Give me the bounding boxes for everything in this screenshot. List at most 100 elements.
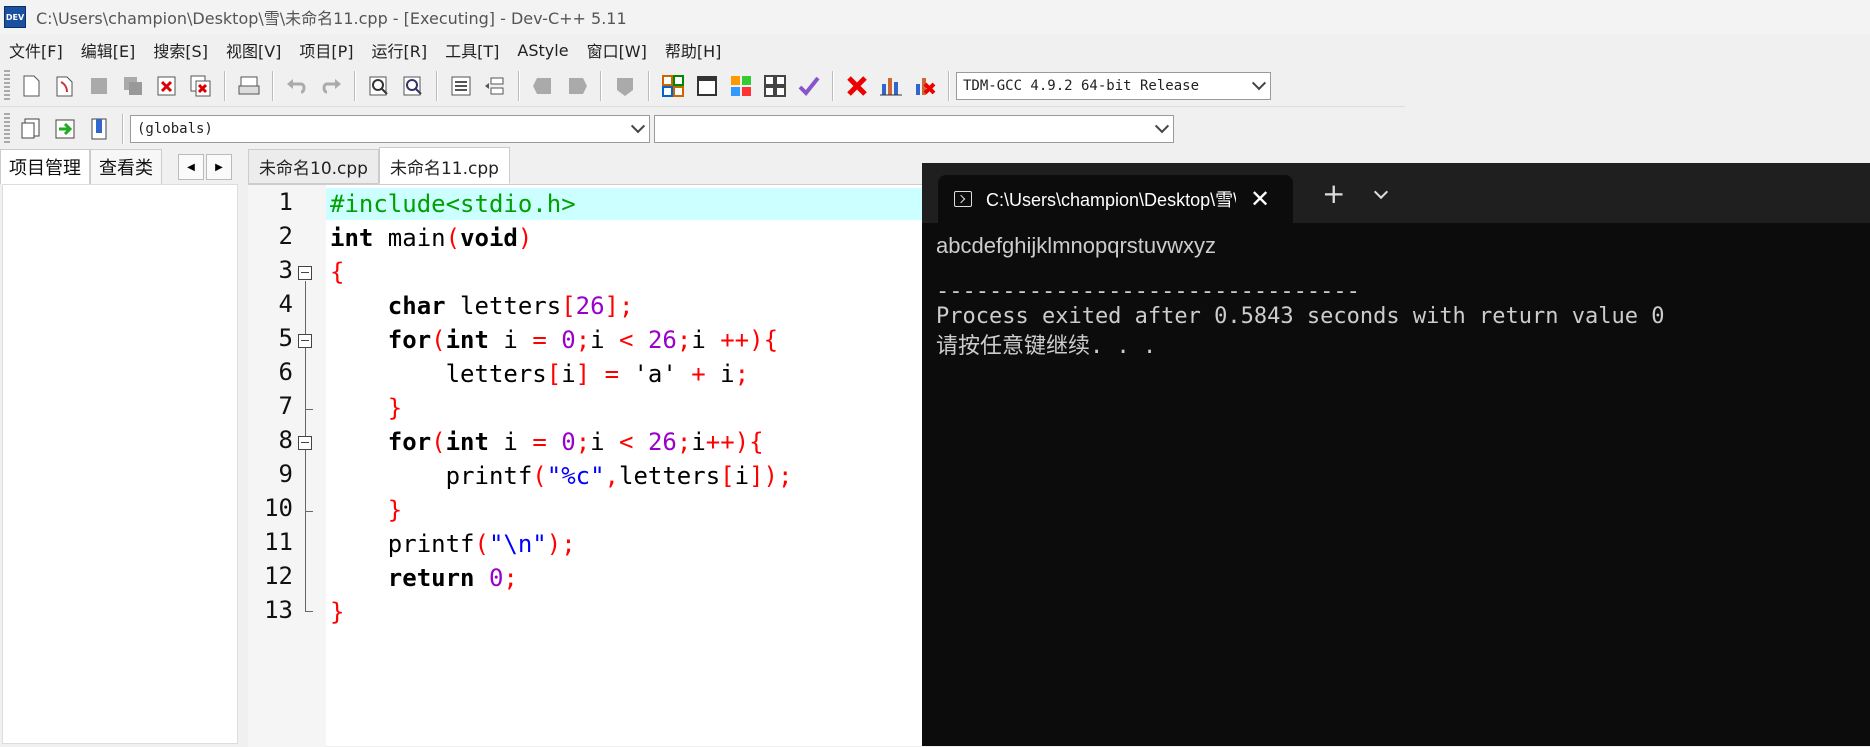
menu-help[interactable]: 帮助[H]	[656, 38, 731, 62]
chevron-down-icon[interactable]	[1373, 184, 1389, 200]
window-title: C:\Users\champion\Desktop\雪\未命名11.cpp - …	[36, 9, 627, 28]
fold-toggle-icon[interactable]	[298, 266, 312, 280]
menu-tools[interactable]: 工具[T]	[436, 38, 508, 62]
tab-class-view[interactable]: 查看类	[90, 149, 162, 185]
new-tab-icon[interactable]: +	[1322, 177, 1345, 210]
code-line: }	[387, 394, 403, 422]
terminal-output-line: abcdefghijklmnopqrstuvwxyz	[936, 233, 1217, 258]
run-icon[interactable]	[692, 71, 722, 101]
editor-tab-file-10[interactable]: 未命名10.cpp	[248, 149, 379, 184]
editor-tab-file-11[interactable]: 未命名11.cpp	[378, 147, 510, 184]
main-toolbar: TDM-GCC 4.9.2 64-bit Release	[0, 65, 1405, 107]
menu-bar: 文件[F] 编辑[E] 搜索[S] 视图[V] 项目[P] 运行[R] 工具[T…	[0, 36, 1870, 64]
menu-edit[interactable]: 编辑[E]	[72, 38, 145, 62]
code-line: printf("\n");	[330, 530, 576, 558]
syntax-check-icon[interactable]	[794, 71, 824, 101]
code-line: letters[i] = 'a' + i;	[330, 360, 750, 388]
line-number: 8	[278, 426, 293, 454]
fold-toggle-icon[interactable]	[298, 436, 312, 450]
fold-toggle-icon[interactable]	[298, 334, 312, 348]
menu-run[interactable]: 运行[R]	[363, 38, 437, 62]
code-line: }	[387, 496, 403, 524]
chevron-down-icon	[1251, 75, 1267, 90]
compile-icon[interactable]	[658, 71, 688, 101]
tab-project-manager[interactable]: 项目管理	[0, 149, 90, 185]
line-number: 2	[278, 222, 293, 250]
compiler-select-value: TDM-GCC 4.9.2 64-bit Release	[963, 77, 1200, 94]
line-number: 9	[278, 460, 293, 488]
new-class-icon[interactable]	[16, 114, 46, 144]
line-number: 1	[278, 188, 293, 216]
line-number: 4	[278, 290, 293, 318]
close-icon[interactable]: ✕	[1250, 185, 1270, 213]
terminal-tab-title: C:\Users\champion\Desktop\雪\未命名11.exe	[986, 190, 1236, 210]
bookmark-next-icon[interactable]	[562, 71, 592, 101]
open-file-icon[interactable]	[50, 71, 80, 101]
line-number: 6	[278, 358, 293, 386]
tab-scroll-right-icon[interactable]: ▶	[206, 154, 232, 180]
toolbar-grip	[4, 69, 10, 102]
compile-run-icon[interactable]	[726, 71, 756, 101]
code-line: {	[330, 258, 345, 286]
chevron-down-icon	[630, 119, 646, 134]
code-line: for(int i = 0;i < 26;i++){	[387, 428, 764, 456]
rebuild-all-icon[interactable]	[760, 71, 790, 101]
terminal-output-line: 请按任意键继续. . .	[936, 334, 1157, 359]
compiler-select[interactable]: TDM-GCC 4.9.2 64-bit Release	[956, 71, 1271, 100]
terminal-output-line: --------------------------------	[936, 279, 1360, 304]
code-line: }	[330, 598, 345, 626]
code-area[interactable]: 1 2 3 4 5 6 7 8 9 10 11 12 13 #include<s…	[248, 184, 928, 747]
terminal-icon	[954, 191, 972, 207]
close-all-icon[interactable]	[186, 71, 216, 101]
tab-scroll-left-icon[interactable]: ◀	[178, 154, 204, 180]
code-line: printf("%c",letters[i]);	[330, 462, 793, 490]
devcpp-app-icon[interactable]: DEV	[4, 6, 26, 28]
code-editor: 未命名10.cpp 未命名11.cpp 1 2 3 4 5 6 7 8 9 10…	[248, 147, 928, 747]
terminal-tab[interactable]: C:\Users\champion\Desktop\雪\未命名11.exe ✕	[938, 175, 1293, 223]
code-line: for(int i = 0;i < 26;i ++){	[387, 326, 779, 354]
chevron-down-icon	[1154, 119, 1170, 134]
redo-icon[interactable]	[316, 71, 346, 101]
terminal-window[interactable]: C:\Users\champion\Desktop\雪\未命名11.exe ✕ …	[922, 163, 1870, 746]
delete-profile-icon[interactable]	[910, 71, 940, 101]
member-select[interactable]	[654, 115, 1174, 143]
print-icon[interactable]	[234, 71, 264, 101]
undo-icon[interactable]	[282, 71, 312, 101]
bookmark-prev-icon[interactable]	[528, 71, 558, 101]
toggle-bookmark-icon[interactable]	[84, 114, 114, 144]
new-file-icon[interactable]	[16, 71, 46, 101]
save-all-icon[interactable]	[118, 71, 148, 101]
find-icon[interactable]	[364, 71, 394, 101]
menu-file[interactable]: 文件[F]	[0, 38, 72, 62]
class-toolbar: (globals)	[0, 108, 1195, 150]
code-line: return 0;	[387, 564, 518, 592]
scope-select[interactable]: (globals)	[130, 115, 650, 143]
code-line: #include<stdio.h>	[330, 190, 576, 218]
line-number: 12	[264, 562, 293, 590]
menu-search[interactable]: 搜索[S]	[144, 38, 217, 62]
menu-astyle[interactable]: AStyle	[508, 41, 577, 60]
goto-line-icon[interactable]	[610, 71, 640, 101]
menu-window[interactable]: 窗口[W]	[578, 38, 656, 62]
line-number: 5	[278, 324, 293, 352]
line-number: 3	[278, 256, 293, 284]
terminal-tab-bar: C:\Users\champion\Desktop\雪\未命名11.exe ✕ …	[922, 163, 1870, 223]
terminal-output-line: Process exited after 0.5843 seconds with…	[936, 304, 1665, 329]
toolbar-grip	[4, 113, 10, 145]
line-number: 10	[264, 494, 293, 522]
replace-icon[interactable]	[398, 71, 428, 101]
code-line: char letters[26];	[387, 292, 634, 320]
stop-execution-icon[interactable]	[842, 71, 872, 101]
save-icon[interactable]	[84, 71, 114, 101]
menu-project[interactable]: 项目[P]	[290, 38, 362, 62]
chart-icon[interactable]	[876, 71, 906, 101]
insert-icon[interactable]	[50, 114, 80, 144]
close-file-icon[interactable]	[152, 71, 182, 101]
indent-icon[interactable]	[446, 71, 476, 101]
title-bar: DEV C:\Users\champion\Desktop\雪\未命名11.cp…	[0, 0, 1870, 34]
unindent-icon[interactable]	[480, 71, 510, 101]
project-tree[interactable]	[2, 184, 238, 744]
project-panel: 项目管理 查看类 ◀ ▶	[0, 149, 245, 746]
scope-select-value: (globals)	[137, 121, 213, 137]
menu-view[interactable]: 视图[V]	[217, 38, 290, 62]
